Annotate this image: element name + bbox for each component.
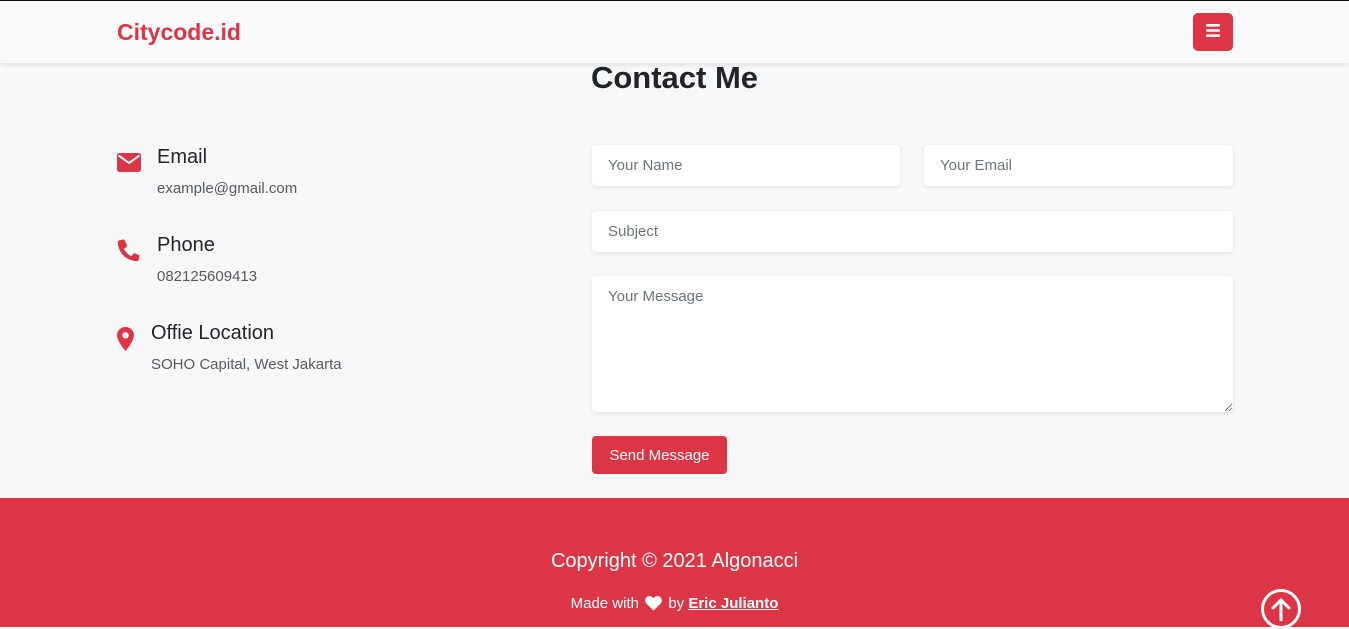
- contact-title: Contact Me: [590, 60, 759, 95]
- phone-label: Phone: [157, 234, 215, 256]
- navbar: Citycode.id: [0, 1, 1349, 63]
- author-link[interactable]: Eric Julianto: [688, 595, 778, 612]
- made-with-line: Made with by Eric Julianto: [0, 595, 1349, 615]
- message-textarea[interactable]: [592, 276, 1233, 412]
- by-text: by: [668, 595, 685, 612]
- bars-icon: [1206, 24, 1220, 40]
- made-with-text: Made with: [570, 595, 639, 612]
- location-label: Offie Location: [151, 322, 275, 344]
- footer: Copyright © 2021 Algonacci Made with by …: [0, 498, 1349, 629]
- name-input[interactable]: [592, 145, 900, 186]
- top-border: [0, 0, 1349, 1]
- menu-toggle-button[interactable]: [1193, 13, 1233, 51]
- map-marker-icon: [117, 327, 134, 356]
- heart-icon: [645, 596, 662, 615]
- copyright-text: Copyright © 2021 Algonacci: [550, 550, 799, 572]
- phone-value: 082125609413: [157, 268, 258, 285]
- subject-input[interactable]: [592, 211, 1233, 252]
- phone-icon: [117, 238, 141, 267]
- email-input[interactable]: [924, 145, 1233, 186]
- email-label: Email: [157, 146, 208, 168]
- arrow-up-circle-icon: [1271, 597, 1291, 626]
- back-to-top-button[interactable]: [1261, 589, 1301, 629]
- send-message-button[interactable]: Send Message: [592, 436, 727, 474]
- brand-link[interactable]: Citycode.id: [117, 19, 241, 46]
- location-value: SOHO Capital, West Jakarta: [151, 356, 342, 373]
- email-value: example@gmail.com: [157, 180, 298, 197]
- envelope-icon: [117, 153, 141, 177]
